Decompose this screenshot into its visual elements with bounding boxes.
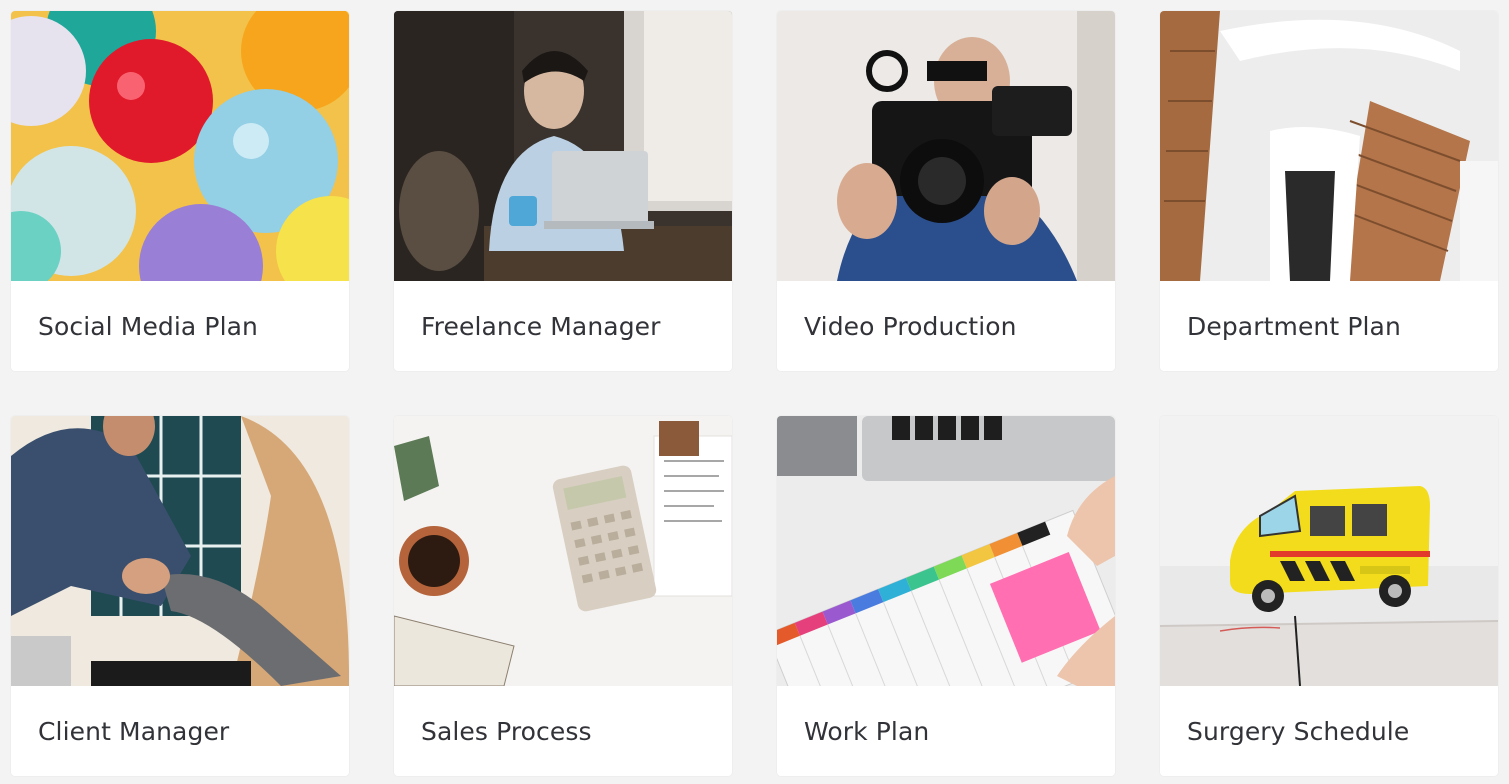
template-card-work-plan[interactable]: Work Plan <box>777 416 1115 776</box>
template-card-freelance-manager[interactable]: Freelance Manager <box>394 11 732 371</box>
toy-ambulance-photo <box>1160 416 1498 686</box>
planner-notebook-photo <box>777 416 1115 686</box>
template-title: Work Plan <box>804 716 930 746</box>
balloons-photo <box>11 11 349 281</box>
template-title: Surgery Schedule <box>1187 716 1410 746</box>
video-camera-photo <box>777 11 1115 281</box>
template-card-department-plan[interactable]: Department Plan <box>1160 11 1498 371</box>
template-title: Department Plan <box>1187 311 1401 341</box>
template-title: Video Production <box>804 311 1017 341</box>
template-gallery: Social Media Plan Freelance Manager Vide… <box>11 11 1498 776</box>
template-card-social-media-plan[interactable]: Social Media Plan <box>11 11 349 371</box>
calculator-desk-photo <box>394 416 732 686</box>
template-card-client-manager[interactable]: Client Manager <box>11 416 349 776</box>
template-title: Sales Process <box>421 716 592 746</box>
template-card-surgery-schedule[interactable]: Surgery Schedule <box>1160 416 1498 776</box>
template-title: Freelance Manager <box>421 311 661 341</box>
template-title: Client Manager <box>38 716 230 746</box>
template-card-video-production[interactable]: Video Production <box>777 11 1115 371</box>
staircase-photo <box>1160 11 1498 281</box>
handshake-photo <box>11 416 349 686</box>
template-title: Social Media Plan <box>38 311 258 341</box>
freelancer-laptop-photo <box>394 11 732 281</box>
template-card-sales-process[interactable]: Sales Process <box>394 416 732 776</box>
